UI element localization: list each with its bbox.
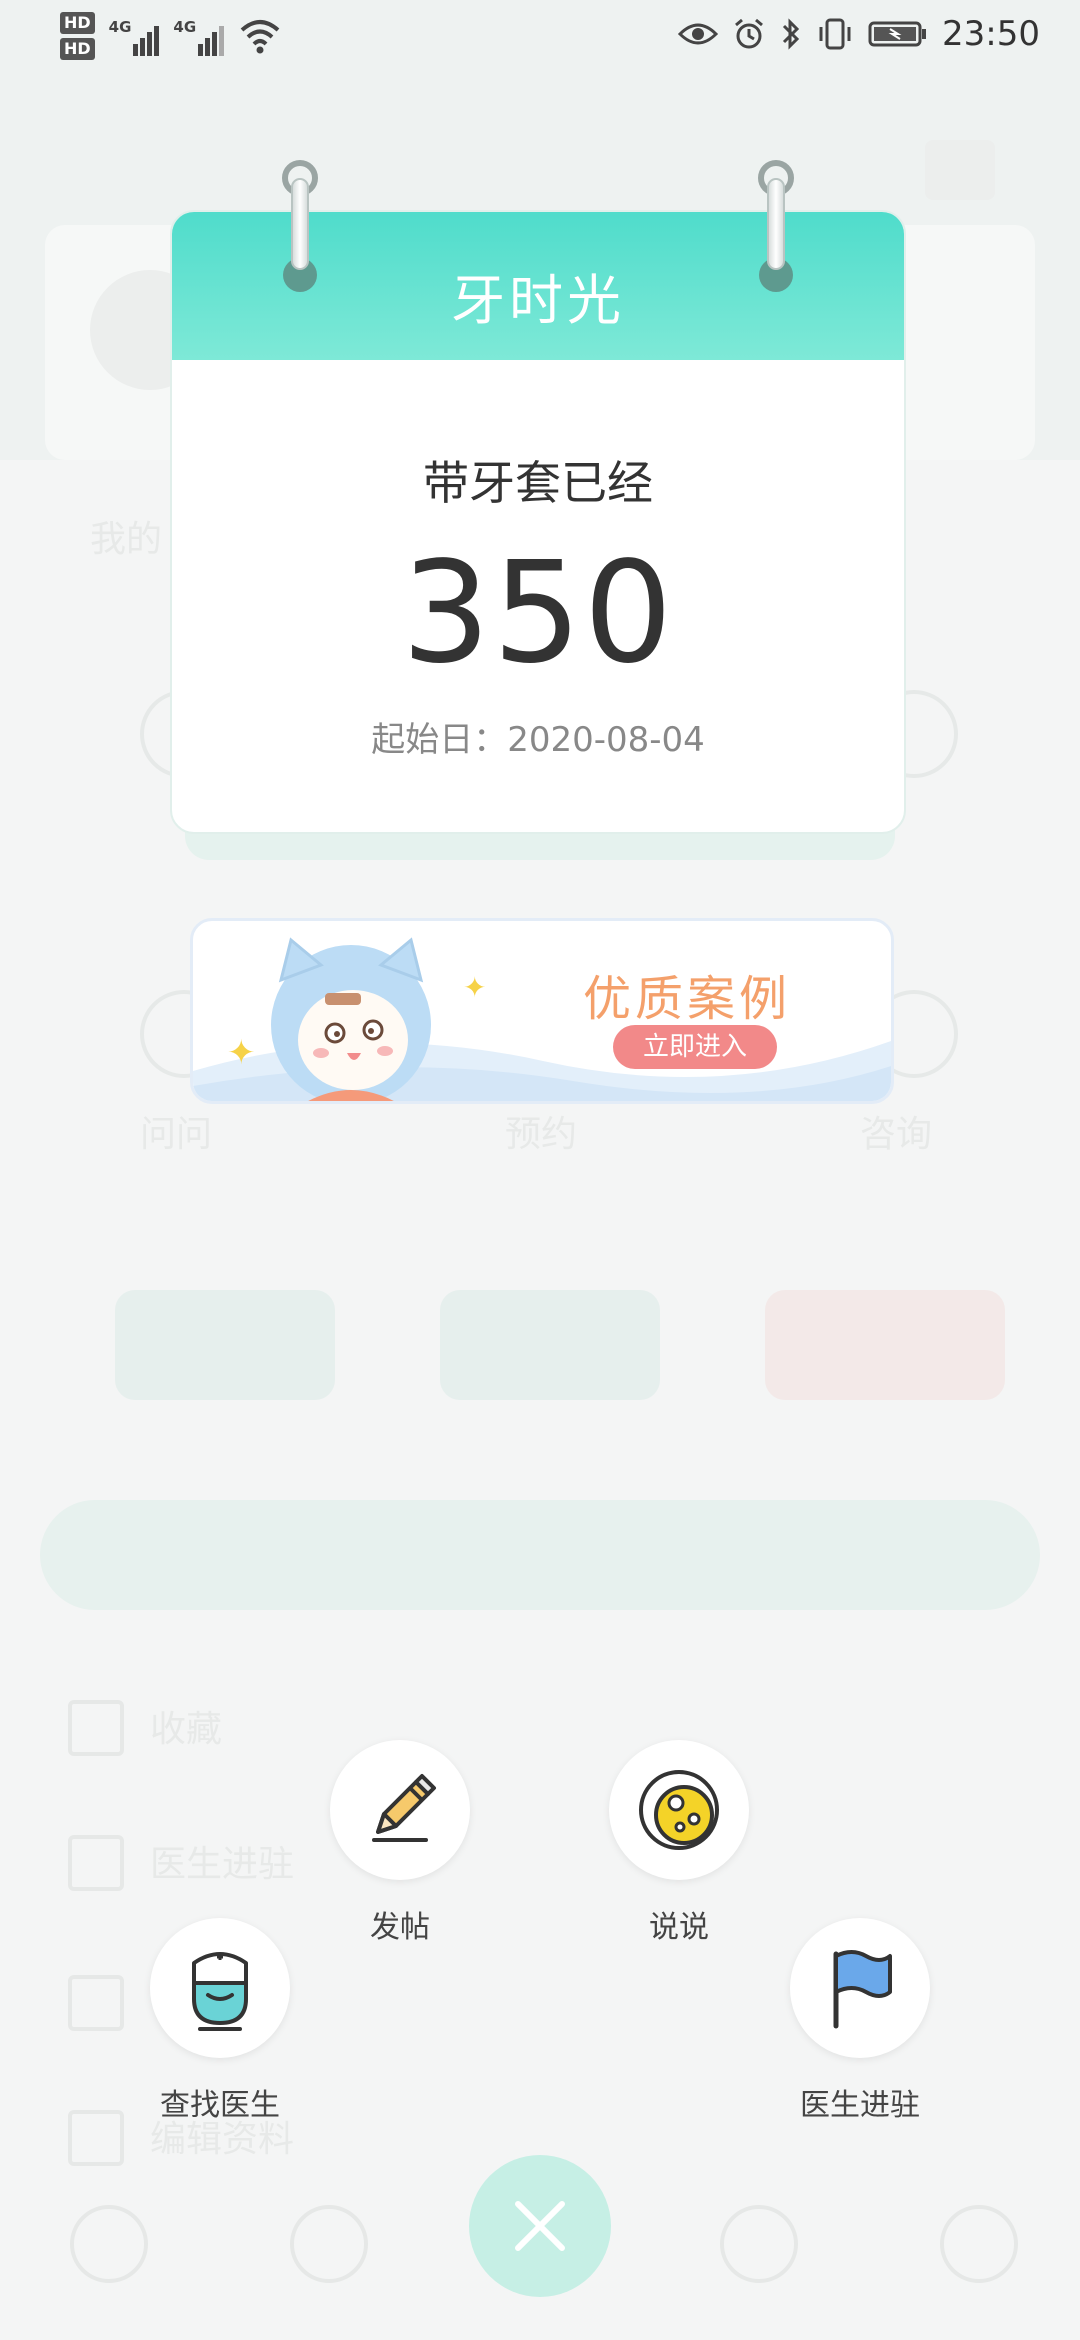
bg-banner (40, 1500, 1040, 1610)
status-bar: HD HD 4G 4G 23:50 (0, 0, 1080, 80)
sim1-hd-badge: HD (60, 12, 95, 34)
bg-my-label: 我的 (90, 519, 163, 560)
doctor-join-button[interactable] (790, 1918, 930, 2058)
sparkle-icon: ✦ (227, 1033, 256, 1073)
post-label: 发帖 (370, 1910, 430, 1945)
bg-grid-label: 预约 (505, 1114, 578, 1155)
close-icon (515, 2201, 565, 2251)
doctor-join-label: 医生进驻 (800, 2088, 920, 2123)
bg-star-icon (68, 1700, 124, 1756)
status-left: HD HD 4G 4G (60, 12, 282, 60)
sim2-hd-badge: HD (60, 38, 95, 60)
days-count: 350 (401, 532, 675, 695)
wifi-icon (240, 20, 280, 54)
battery-icon (868, 21, 927, 47)
bg-flag-icon (68, 1835, 124, 1891)
vibrate-icon (819, 18, 851, 50)
calendar-ring-icon (758, 160, 794, 292)
bg-wallet-icon (68, 1975, 124, 2031)
find-doctor-action[interactable]: 查找医生 (145, 1918, 295, 2124)
bg-tab-icon (720, 2205, 798, 2283)
clock: 23:50 (942, 14, 1040, 54)
bg-pill (765, 1290, 1005, 1400)
bg-pill (115, 1290, 335, 1400)
quality-cases-banner[interactable]: ✦ ✦ 优质案例 立即进入 (190, 918, 894, 1104)
flag-icon (833, 1950, 892, 2029)
post-action[interactable]: 发帖 (325, 1740, 475, 1946)
bg-list-label: 收藏 (150, 1709, 223, 1750)
pencil-icon (372, 1774, 436, 1842)
bg-grid-label: 问问 (140, 1114, 213, 1155)
find-doctor-button[interactable] (150, 1918, 290, 2058)
status-right: 23:50 (678, 14, 1040, 54)
alarm-icon (735, 18, 763, 49)
bg-tab-icon (940, 2205, 1018, 2283)
calendar-label: 带牙套已经 (423, 456, 653, 510)
moment-action[interactable]: 说说 (604, 1740, 754, 1946)
cat-mascot-icon (271, 937, 431, 1101)
calendar-card[interactable]: 牙时光 带牙套已经 350 起始日：2020-08-04 (170, 210, 906, 834)
doctor-join-action[interactable]: 医生进驻 (785, 1918, 935, 2124)
bg-message-icon (925, 140, 995, 200)
bluetooth-icon (782, 18, 800, 50)
find-doctor-label: 查找医生 (160, 2088, 280, 2123)
bg-tab-icon (290, 2205, 368, 2283)
hd-badges: HD HD (60, 12, 95, 60)
bg-tab-icon (70, 2205, 148, 2283)
bg-edit-icon (68, 2110, 124, 2166)
doctor-icon (192, 1952, 248, 2031)
eye-icon (678, 23, 719, 45)
close-menu-button[interactable] (469, 2155, 611, 2297)
promo-title: 优质案例 (583, 971, 792, 1027)
sim2-signal-icon: 4G (173, 12, 225, 56)
sparkle-icon: ✦ (463, 971, 487, 1004)
sim1-network-label: 4G (108, 18, 132, 36)
moment-label: 说说 (649, 1910, 709, 1945)
sim2-network-label: 4G (173, 18, 197, 36)
post-button[interactable] (330, 1740, 470, 1880)
bg-list-label: 医生进驻 (150, 1844, 295, 1885)
bg-pill (440, 1290, 660, 1400)
moment-icon (639, 1770, 719, 1850)
calendar-ring-icon (282, 160, 318, 292)
bg-grid-label: 咨询 (860, 1114, 933, 1155)
sim1-signal-icon: 4G (109, 12, 160, 56)
enter-now-button[interactable]: 立即进入 (613, 1025, 777, 1069)
moment-button[interactable] (609, 1740, 749, 1880)
start-date: 起始日：2020-08-04 (371, 720, 705, 760)
